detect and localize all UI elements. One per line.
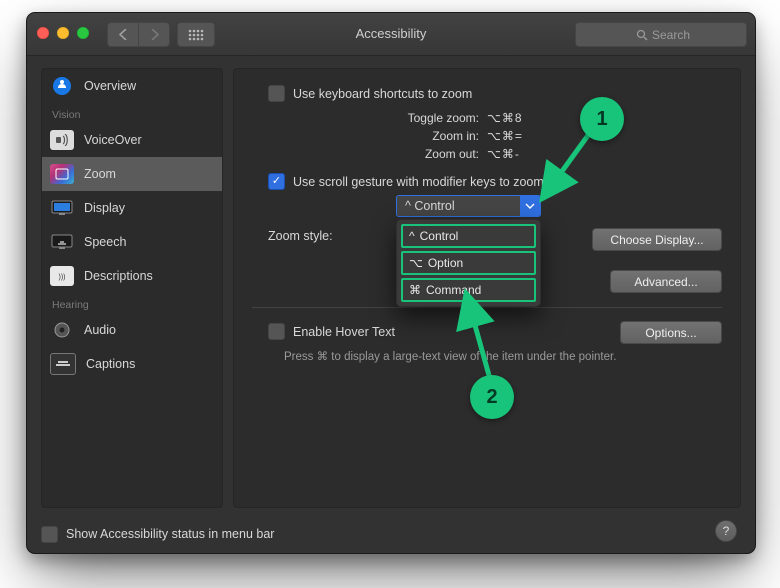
modifier-option-label: Control: [420, 229, 459, 243]
sidebar-item-captions[interactable]: Captions: [42, 347, 222, 381]
chevron-left-icon: [119, 29, 128, 40]
sidebar-heading-hearing: Hearing: [42, 293, 222, 313]
sidebar-item-label: Zoom: [84, 167, 116, 181]
sidebar-item-label: Audio: [84, 323, 116, 337]
chevron-down-icon: [520, 196, 540, 216]
modifier-option-command[interactable]: ⌘ Command: [401, 278, 536, 302]
sidebar-item-descriptions[interactable]: ))) Descriptions: [42, 259, 222, 293]
modifier-option-label: Command: [426, 283, 481, 297]
zoom-out-keys: ⌥⌘-: [487, 145, 520, 163]
forward-button[interactable]: [139, 22, 170, 47]
modifier-key-dropdown: ^ Control ⌥ Option ⌘ Command: [396, 219, 541, 307]
sidebar-item-label: Captions: [86, 357, 135, 371]
scroll-gesture-label: Use scroll gesture with modifier keys to…: [293, 175, 547, 189]
voiceover-icon: [50, 130, 74, 150]
fullscreen-window-button[interactable]: [77, 27, 89, 39]
speech-icon: [50, 232, 74, 252]
sidebar-item-label: Descriptions: [84, 269, 153, 283]
zoom-out-label: Zoom out:: [394, 145, 479, 163]
footer: Show Accessibility status in menu bar ?: [27, 514, 755, 554]
sidebar-item-voiceover[interactable]: VoiceOver: [42, 123, 222, 157]
kb-shortcuts-label: Use keyboard shortcuts to zoom: [293, 87, 472, 101]
grid-icon: [188, 29, 204, 41]
nav-back-forward: [107, 22, 170, 47]
show-all-button[interactable]: [177, 22, 215, 47]
zoom-in-keys: ⌥⌘=: [487, 127, 523, 145]
zoom-in-label: Zoom in:: [394, 127, 479, 145]
sidebar-item-label: VoiceOver: [84, 133, 142, 147]
sidebar-item-audio[interactable]: Audio: [42, 313, 222, 347]
toggle-zoom-keys: ⌥⌘8: [487, 109, 523, 127]
close-window-button[interactable]: [37, 27, 49, 39]
sidebar-item-label: Display: [84, 201, 125, 215]
modifier-option-option[interactable]: ⌥ Option: [401, 251, 536, 275]
preferences-window: Accessibility Search Overview Vision: [26, 12, 756, 554]
modifier-option-sym: ⌘: [409, 283, 421, 297]
sidebar-item-label: Speech: [84, 235, 126, 249]
zoom-pane: Use keyboard shortcuts to zoom Toggle zo…: [233, 68, 741, 508]
sidebar-item-overview[interactable]: Overview: [42, 69, 222, 103]
titlebar: Accessibility Search: [27, 13, 755, 56]
sidebar-heading-vision: Vision: [42, 103, 222, 123]
search-icon: [636, 29, 648, 41]
hover-text-checkbox[interactable]: [268, 323, 285, 340]
svg-text:))): ))): [59, 274, 66, 281]
shortcut-list: Toggle zoom: ⌥⌘8 Zoom in: ⌥⌘= Zoom out: ⌥⌘-: [394, 109, 523, 163]
zoom-style-label: Zoom style:: [268, 229, 333, 243]
modifier-option-control[interactable]: ^ Control: [401, 224, 536, 248]
window-controls: [37, 27, 89, 39]
help-button[interactable]: ?: [715, 520, 737, 542]
modifier-key-select[interactable]: ^ Control: [396, 195, 541, 217]
search-placeholder: Search: [652, 28, 690, 42]
captions-icon: [50, 353, 76, 375]
chevron-right-icon: [150, 29, 159, 40]
separator: [252, 307, 722, 308]
status-menubar-checkbox[interactable]: [41, 526, 58, 543]
status-menubar-label: Show Accessibility status in menu bar: [66, 527, 274, 541]
annotation-badge-2: 2: [470, 375, 514, 419]
sidebar-item-label: Overview: [84, 79, 136, 93]
display-icon: [50, 198, 74, 218]
sidebar-item-zoom[interactable]: Zoom: [42, 157, 222, 191]
minimize-window-button[interactable]: [57, 27, 69, 39]
hover-text-label: Enable Hover Text: [293, 325, 395, 339]
hover-text-hint: Press ⌘ to display a large-text view of …: [284, 349, 720, 363]
sidebar-item-display[interactable]: Display: [42, 191, 222, 225]
modifier-option-sym: ⌥: [409, 256, 423, 270]
sidebar-item-speech[interactable]: Speech: [42, 225, 222, 259]
toggle-zoom-label: Toggle zoom:: [394, 109, 479, 127]
descriptions-icon: ))): [50, 266, 74, 286]
scroll-gesture-checkbox[interactable]: [268, 173, 285, 190]
sidebar[interactable]: Overview Vision VoiceOver Zoom Display: [41, 68, 223, 508]
back-button[interactable]: [107, 22, 139, 47]
search-input[interactable]: Search: [575, 22, 747, 47]
hover-options-button[interactable]: Options...: [620, 321, 722, 344]
overview-icon: [50, 76, 74, 96]
zoom-icon: [50, 164, 74, 184]
audio-icon: [50, 320, 74, 340]
choose-display-button[interactable]: Choose Display...: [592, 228, 722, 251]
advanced-button[interactable]: Advanced...: [610, 270, 722, 293]
kb-shortcuts-checkbox[interactable]: [268, 85, 285, 102]
modifier-option-label: Option: [428, 256, 463, 270]
annotation-badge-1: 1: [580, 97, 624, 141]
modifier-option-sym: ^: [409, 229, 415, 243]
modifier-key-selected: ^ Control: [397, 199, 520, 213]
